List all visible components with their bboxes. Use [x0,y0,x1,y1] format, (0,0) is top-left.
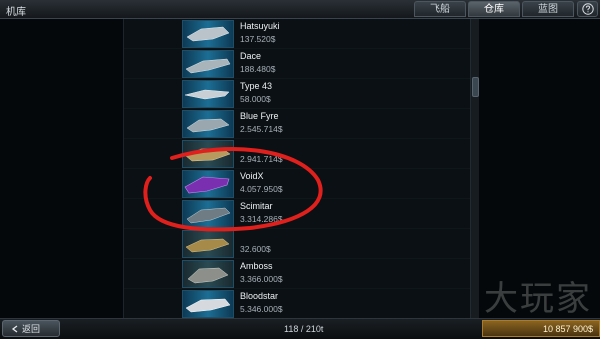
tab-blueprints[interactable]: 蓝图 [522,1,574,17]
help-button[interactable] [577,1,598,17]
ship-price: 3.314.286$ [240,214,283,224]
tab-ships[interactable]: 飞船 [414,1,466,17]
ship-row-partially-hidden[interactable]: 32.600$ [124,229,471,259]
back-button-label: 返回 [22,324,41,334]
ship-thumbnail [182,140,234,168]
ship-thumbnail [182,290,234,318]
ship-price: 32.600$ [240,244,271,254]
watermark: 大玩家 [484,279,592,319]
ship-thumbnail [182,20,234,48]
ship-price: 2.545.714$ [240,124,283,134]
back-button[interactable]: 返回 [2,320,60,337]
ship-row-blue-fyre[interactable]: Blue Fyre 2.545.714$ [124,109,471,139]
list-scrollbar[interactable] [470,19,479,319]
ship-row-dace[interactable]: Dace 188.480$ [124,49,471,79]
ship-price: 137.520$ [240,34,276,44]
ship-row-hatsuyuki[interactable]: Hatsuyuki 137.520$ [124,19,471,49]
ship-name: Amboss [240,261,273,271]
ship-price: 58.000$ [240,94,271,104]
ship-name: Bloodstar [240,291,279,301]
ship-name: Dace [240,51,262,61]
ship-row-voidx[interactable]: VoidX 4.057.950$ [124,169,471,199]
ship-name: Hatsuyuki [240,21,280,31]
ship-name: Blue Fyre [240,111,279,121]
ship-row-type-43[interactable]: Type 43 58.000$ [124,79,471,109]
ship-price: 188.480$ [240,64,276,74]
ship-list: Hatsuyuki 137.520$ Dace 188.480$ Type 43… [123,19,472,319]
ship-price: 3.366.000$ [240,274,283,284]
back-arrow-icon [11,324,18,333]
ship-thumbnail [182,170,234,198]
ship-thumbnail [182,230,234,258]
bottom-bar: 返回 118 / 210t 10 857 900$ [0,318,600,339]
ship-price: 4.057.950$ [240,184,283,194]
ship-thumbnail [182,80,234,108]
page-title: 机库 [6,7,26,18]
ship-name: Type 43 [240,81,273,91]
cargo-capacity: 118 / 210t [284,324,324,334]
top-bar: 机库 飞船 仓库 蓝图 [0,0,600,19]
ship-thumbnail [182,50,234,78]
question-icon [581,3,594,15]
ship-thumbnail [182,110,234,138]
ship-row-amboss[interactable]: Amboss 3.366.000$ [124,259,471,289]
ship-thumbnail [182,260,234,288]
credits-display: 10 857 900$ [482,320,600,337]
ship-thumbnail [182,200,234,228]
ship-price: 5.346.000$ [240,304,283,314]
ship-row-bloodstar[interactable]: Bloodstar 5.346.000$ [124,289,471,319]
ship-name: Scimitar [240,201,273,211]
ship-price: 2.941.714$ [240,154,283,164]
tab-bar: 飞船 仓库 蓝图 [414,1,574,17]
tab-warehouse[interactable]: 仓库 [468,1,520,17]
ship-name: VoidX [240,171,264,181]
scrollbar-thumb[interactable] [472,77,479,97]
ship-row-scimitar[interactable]: Scimitar 3.314.286$ [124,199,471,229]
ship-row-unnamed[interactable]: 2.941.714$ [124,139,471,169]
